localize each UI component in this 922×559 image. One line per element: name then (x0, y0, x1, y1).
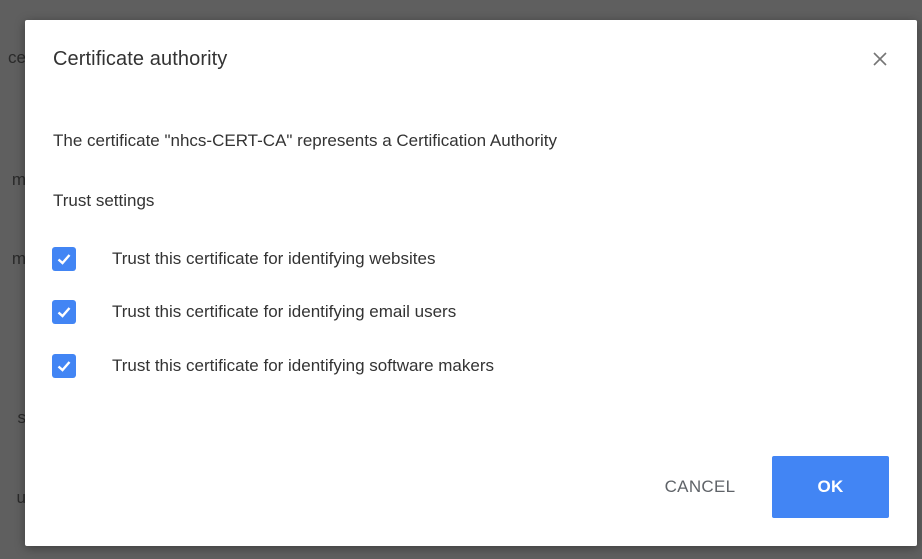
trust-websites-checkbox[interactable] (52, 247, 76, 271)
trust-email-label: Trust this certificate for identifying e… (112, 302, 457, 321)
dialog-title: Certificate authority (53, 48, 228, 70)
ok-button[interactable]: OK (772, 456, 889, 518)
checkmark-icon (57, 254, 71, 265)
close-icon (873, 52, 887, 66)
background-text-fragment: m (11, 170, 26, 189)
trust-email-option[interactable]: Trust this certificate for identifying e… (52, 299, 456, 325)
trust-software-option[interactable]: Trust this certificate for identifying s… (52, 353, 494, 379)
background-text-fragment: m (11, 249, 26, 268)
checkmark-icon (57, 307, 71, 318)
certificate-authority-dialog: Certificate authority The certificate "n… (25, 20, 917, 546)
trust-settings-heading: Trust settings (53, 191, 155, 210)
trust-email-checkbox[interactable] (52, 300, 76, 324)
background-text-fragment: u (16, 488, 26, 507)
cancel-button[interactable]: CANCEL (640, 456, 760, 518)
background-text-fragment: s (17, 408, 27, 427)
trust-software-label: Trust this certificate for identifying s… (112, 356, 495, 375)
trust-software-checkbox[interactable] (52, 354, 76, 378)
trust-websites-label: Trust this certificate for identifying w… (112, 249, 436, 268)
dialog-description: The certificate "nhcs-CERT-CA" represent… (53, 131, 558, 150)
checkmark-icon (57, 361, 71, 372)
trust-websites-option[interactable]: Trust this certificate for identifying w… (52, 246, 435, 272)
close-button[interactable] (869, 48, 891, 70)
background-text-fragment: ce (8, 48, 26, 67)
